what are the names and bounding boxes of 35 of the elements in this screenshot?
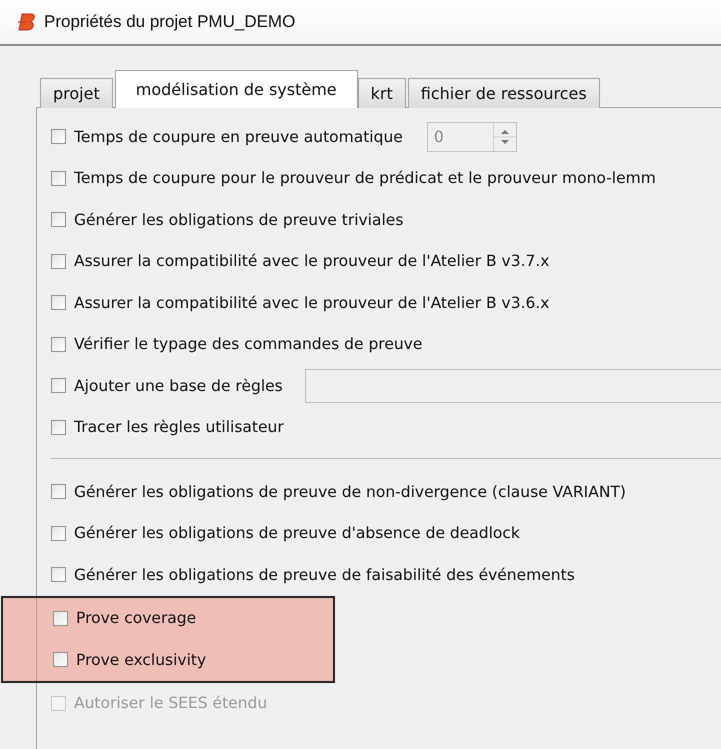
checkbox[interactable] [53,652,68,668]
checkbox[interactable] [51,420,66,435]
option-label: Assurer la compatibilité avec le prouveur de l'Atelier B v3.7.x [74,252,550,270]
checkbox[interactable] [51,526,66,541]
option-label: Autoriser le SEES étendu [74,694,268,712]
checkbox[interactable] [51,378,66,394]
option-label: Générer les obligations de preuve d'absence de deadlock [74,524,520,542]
spinbox-value: 0 [432,128,444,146]
checkbox[interactable] [51,254,66,269]
checkbox[interactable] [53,610,68,626]
option-label: Assurer la compatibilité avec le prouveur de l'Atelier B v3.6.x [74,294,550,312]
spin-arrows-icon[interactable] [492,122,516,151]
option-label: Temps de coupure pour le prouveur de prédicat et le prouveur mono-lemm [74,169,656,188]
tab[interactable]: krt [358,78,406,108]
checkbox[interactable] [51,170,66,186]
tab[interactable]: fichier de ressources [408,78,600,108]
checkbox[interactable] [51,295,66,310]
checkbox[interactable] [51,336,66,352]
option-label: Prove coverage [76,609,196,628]
option-label: Générer les obligations de preuve de faisabilité des événements [74,566,575,584]
option-label: Générer les obligations de preuve triviales [74,210,404,229]
checkbox[interactable] [51,212,66,228]
window-title: Propriétés du projet PMU_DEMO [44,12,296,32]
option-label: Tracer les règles utilisateur [74,418,284,436]
option-label: Temps de coupure en preuve automatique [74,128,403,146]
option-label: Vérifier le typage des commandes de preuve [74,335,422,354]
tab[interactable]: modélisation de système [114,70,358,108]
option-label: Générer les obligations de preuve de non-divergence (clause VARIANT) [74,482,626,501]
checkbox[interactable] [51,129,66,144]
checkbox[interactable] [51,567,66,582]
checkbox[interactable] [51,484,66,500]
option-label: Prove exclusivity [76,650,206,669]
rule-base-field[interactable] [304,368,721,403]
option-label: Ajouter une base de règles [74,376,283,395]
tab[interactable]: projet [40,78,113,108]
